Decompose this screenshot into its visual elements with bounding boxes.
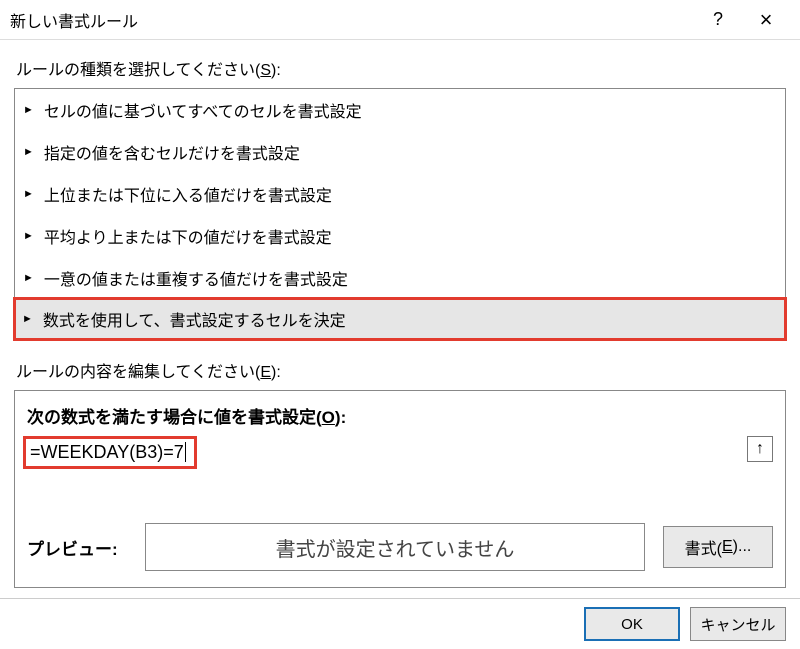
close-button[interactable]: × bbox=[742, 1, 790, 39]
ok-button[interactable]: OK bbox=[584, 607, 680, 641]
preview-box: 書式が設定されていません bbox=[145, 523, 645, 571]
rule-type-list[interactable]: ► セルの値に基づいてすべてのセルを書式設定 ► 指定の値を含むセルだけを書式設… bbox=[14, 88, 786, 340]
rule-type-label-post: ): bbox=[271, 62, 281, 79]
edit-rule-accel: E bbox=[260, 364, 271, 381]
rule-type-item-label: 指定の値を含むセルだけを書式設定 bbox=[44, 140, 300, 164]
rule-type-item-label: 数式を使用して、書式設定するセルを決定 bbox=[43, 307, 346, 331]
dialog-body: ルールの種類を選択してください(S): ► セルの値に基づいてすべてのセルを書式… bbox=[0, 40, 800, 594]
dialog-title: 新しい書式ルール bbox=[10, 8, 694, 32]
rule-type-item[interactable]: ► 上位または下位に入る値だけを書式設定 bbox=[15, 173, 785, 215]
formula-heading-pre: 次の数式を満たす場合に値を書式設定( bbox=[27, 408, 322, 427]
preview-text: 書式が設定されていません bbox=[276, 533, 515, 562]
rule-type-item[interactable]: ► 一意の値または重複する値だけを書式設定 bbox=[15, 257, 785, 299]
rule-type-item-label: セルの値に基づいてすべてのセルを書式設定 bbox=[44, 98, 362, 122]
rule-type-item[interactable]: ► 平均より上または下の値だけを書式設定 bbox=[15, 215, 785, 257]
edit-rule-label-pre: ルールの内容を編集してください( bbox=[16, 364, 260, 381]
bullet-icon: ► bbox=[23, 146, 34, 158]
formula-heading-post: ): bbox=[335, 408, 346, 427]
dialog-footer: OK キャンセル bbox=[0, 598, 800, 649]
title-bar: 新しい書式ルール ? × bbox=[0, 0, 800, 40]
arrow-up-icon: ↑ bbox=[756, 440, 764, 458]
edit-rule-label-post: ): bbox=[271, 364, 281, 381]
bullet-icon: ► bbox=[23, 272, 34, 284]
rule-type-accel: S bbox=[260, 62, 271, 79]
bullet-icon: ► bbox=[23, 104, 34, 116]
rule-type-label: ルールの種類を選択してください(S): bbox=[16, 56, 786, 80]
bullet-icon: ► bbox=[23, 230, 34, 242]
cancel-label: キャンセル bbox=[700, 614, 775, 635]
formula-heading-accel: O bbox=[322, 408, 335, 427]
rule-type-item-label: 一意の値または重複する値だけを書式設定 bbox=[44, 266, 348, 290]
rule-type-item-selected[interactable]: ► 数式を使用して、書式設定するセルを決定 bbox=[13, 297, 787, 341]
help-button[interactable]: ? bbox=[694, 1, 742, 39]
bullet-icon: ► bbox=[22, 313, 33, 325]
rule-type-label-pre: ルールの種類を選択してください( bbox=[16, 62, 260, 79]
bullet-icon: ► bbox=[23, 188, 34, 200]
format-btn-pre: 書式( bbox=[685, 535, 722, 559]
format-btn-post: )... bbox=[733, 538, 752, 556]
preview-row: プレビュー: 書式が設定されていません 書式(E)... bbox=[27, 523, 773, 571]
formula-value: =WEEKDAY(B3)=7 bbox=[30, 442, 186, 462]
ok-label: OK bbox=[621, 616, 643, 633]
formula-heading: 次の数式を満たす場合に値を書式設定(O): bbox=[27, 403, 773, 428]
collapse-dialog-button[interactable]: ↑ bbox=[747, 436, 773, 462]
rule-type-item[interactable]: ► 指定の値を含むセルだけを書式設定 bbox=[15, 131, 785, 173]
rule-type-item[interactable]: ► セルの値に基づいてすべてのセルを書式設定 bbox=[15, 89, 785, 131]
rule-type-item-label: 平均より上または下の値だけを書式設定 bbox=[44, 224, 332, 248]
close-icon: × bbox=[760, 7, 773, 33]
format-button[interactable]: 書式(E)... bbox=[663, 526, 773, 568]
cancel-button[interactable]: キャンセル bbox=[690, 607, 786, 641]
format-btn-accel: E bbox=[722, 538, 733, 556]
formula-input[interactable]: =WEEKDAY(B3)=7 bbox=[23, 436, 197, 469]
edit-rule-label: ルールの内容を編集してください(E): bbox=[16, 358, 786, 382]
edit-rule-panel: 次の数式を満たす場合に値を書式設定(O): =WEEKDAY(B3)=7 ↑ プ… bbox=[14, 390, 786, 588]
rule-type-item-label: 上位または下位に入る値だけを書式設定 bbox=[44, 182, 332, 206]
preview-label: プレビュー: bbox=[27, 535, 127, 560]
